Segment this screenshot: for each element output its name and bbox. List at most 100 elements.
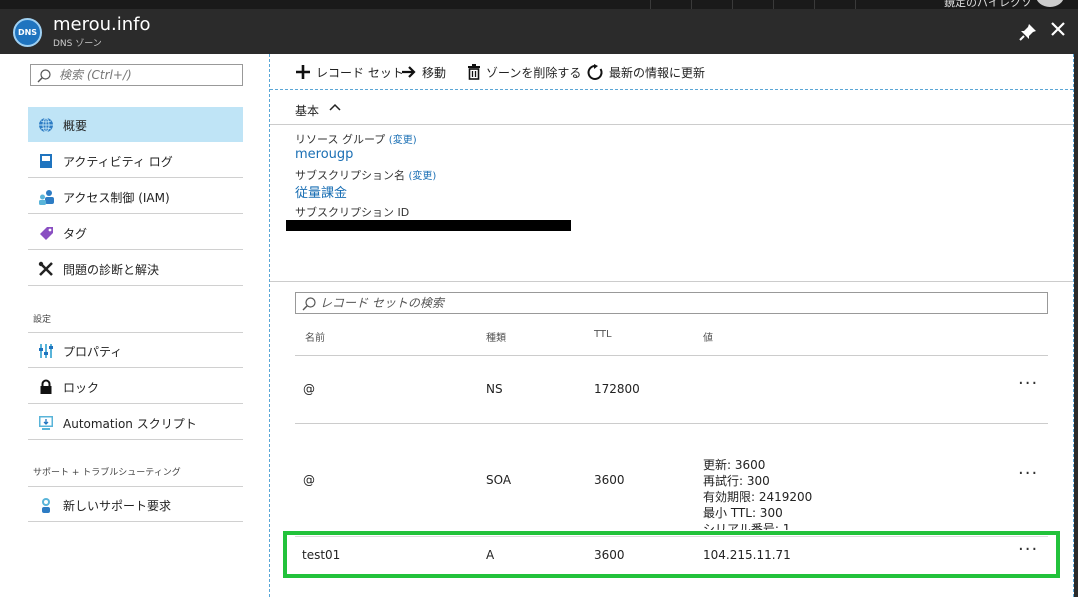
- sidebar-item-lock[interactable]: ロック: [28, 369, 243, 404]
- subscription-label: サブスクリプション名 (変更): [295, 167, 436, 183]
- value-line: 更新: 3600: [703, 458, 766, 472]
- blade-divider: [269, 54, 270, 597]
- command-bar: レコード セット 移動 ゾーンを削除する 最新の情報に更新: [270, 54, 1073, 90]
- sidebar-item-label: アクセス制御 (IAM): [63, 191, 170, 205]
- dns-zone-icon: DNS: [13, 18, 42, 47]
- sidebar-search-input[interactable]: [59, 67, 239, 83]
- tag-icon: [40, 227, 53, 240]
- blade-header: DNS merou.info DNS ゾーン: [0, 9, 1078, 54]
- blade-subtitle: DNS ゾーン: [53, 39, 102, 49]
- sidebar-item-diagnose[interactable]: 問題の診断と解決: [28, 251, 243, 286]
- automation-icon: [39, 416, 53, 430]
- sidebar-search[interactable]: [30, 64, 243, 86]
- refresh-icon: [587, 63, 603, 80]
- trash-icon: [468, 64, 480, 80]
- button-label: ゾーンを削除する: [486, 65, 582, 80]
- record-name: @: [303, 473, 315, 487]
- users-icon: [39, 190, 54, 205]
- change-subscription-link[interactable]: (変更): [409, 171, 437, 182]
- sidebar-item-new-support-request[interactable]: 新しいサポート要求: [28, 487, 243, 522]
- record-set-search-input[interactable]: [320, 295, 1020, 311]
- more-options-button[interactable]: ···: [1018, 373, 1038, 394]
- properties-icon: [39, 344, 53, 358]
- record-ttl: 172800: [594, 382, 640, 396]
- highlight-box: [283, 531, 1060, 578]
- support-icon: [42, 498, 50, 513]
- sidebar-item-label: プロパティ: [63, 345, 123, 359]
- redacted-subscription-id: [286, 220, 571, 231]
- blade-title: merou.info: [53, 14, 151, 35]
- button-label: 最新の情報に更新: [609, 65, 706, 80]
- close-button[interactable]: [1049, 21, 1067, 39]
- divider: [295, 423, 1048, 424]
- divider: [270, 281, 1073, 282]
- record-type: NS: [486, 382, 503, 396]
- sidebar-item-overview[interactable]: 概要: [28, 107, 243, 142]
- sidebar: 概要 アクティビティ ログ アクセス制御 (IAM) タグ 問題の診断と解決 設…: [0, 54, 269, 597]
- sidebar-item-label: Automation スクリプト: [63, 417, 197, 431]
- divider: [855, 0, 856, 9]
- move-button[interactable]: 移動: [401, 63, 446, 81]
- section-settings-label: 設定: [33, 315, 52, 325]
- sidebar-item-properties[interactable]: プロパティ: [28, 333, 243, 368]
- button-label: 移動: [422, 65, 447, 80]
- top-strip: 鏡定のパイレクソ: [0, 0, 1078, 9]
- value-line: 最小 TTL: 300: [703, 506, 783, 520]
- sidebar-item-label: 概要: [63, 119, 88, 133]
- close-icon: [1051, 22, 1065, 36]
- divider: [295, 355, 1048, 356]
- pin-icon[interactable]: [1018, 22, 1038, 42]
- record-set-search[interactable]: [295, 292, 1048, 314]
- essentials-heading[interactable]: 基本: [295, 102, 319, 119]
- value-line: 再試行: 300: [703, 474, 770, 488]
- divider: [732, 0, 733, 9]
- divider: [270, 124, 1073, 125]
- record-value: 更新: 3600 再試行: 300 有効期限: 2419200 最小 TTL: …: [703, 425, 1033, 530]
- sidebar-item-tags[interactable]: タグ: [28, 215, 243, 250]
- change-resource-group-link[interactable]: (変更): [389, 135, 417, 146]
- add-record-set-button[interactable]: レコード セット: [295, 63, 404, 81]
- divider: [773, 0, 774, 9]
- column-header-value[interactable]: 値: [703, 329, 713, 344]
- sidebar-item-label: 問題の診断と解決: [63, 263, 160, 277]
- delete-zone-button[interactable]: ゾーンを削除する: [467, 63, 581, 81]
- refresh-button[interactable]: 最新の情報に更新: [587, 63, 705, 81]
- sidebar-item-activity-log[interactable]: アクティビティ ログ: [28, 143, 243, 178]
- globe-icon: [39, 117, 53, 133]
- label-text: サブスクリプション名: [295, 169, 405, 182]
- lock-icon: [40, 379, 52, 394]
- divider: [814, 0, 815, 9]
- sidebar-item-label: ロック: [63, 381, 100, 395]
- value-line: 有効期限: 2419200: [703, 490, 813, 504]
- search-icon: [302, 297, 316, 311]
- logo-text: DNS: [17, 28, 38, 37]
- sidebar-item-label: タグ: [63, 227, 88, 241]
- column-header-name[interactable]: 名前: [305, 329, 325, 344]
- sidebar-item-automation[interactable]: Automation スクリプト: [28, 405, 243, 440]
- resource-group-label: リソース グループ (変更): [295, 131, 417, 147]
- more-options-button[interactable]: ···: [1018, 463, 1038, 484]
- value-line: シリアル番号: 1: [703, 522, 791, 530]
- divider: [650, 0, 651, 9]
- divider: [691, 0, 692, 9]
- scrollbar-track[interactable]: [1074, 54, 1078, 597]
- activity-log-icon: [40, 154, 52, 168]
- search-icon: [37, 69, 51, 83]
- arrow-right-icon: [402, 66, 416, 78]
- sidebar-item-label: 新しいサポート要求: [63, 499, 172, 513]
- plus-icon: [296, 65, 310, 79]
- column-header-type[interactable]: 種類: [486, 329, 506, 344]
- sidebar-item-label: アクティビティ ログ: [63, 155, 173, 169]
- resource-group-value[interactable]: merougp: [295, 147, 353, 162]
- subscription-value[interactable]: 従量課金: [295, 182, 347, 201]
- label-text: リソース グループ: [295, 133, 386, 146]
- button-label: レコード セット: [316, 65, 404, 80]
- avatar[interactable]: [1036, 0, 1064, 7]
- chevron-up-icon[interactable]: [329, 102, 341, 114]
- sidebar-item-iam[interactable]: アクセス制御 (IAM): [28, 179, 243, 214]
- record-type: SOA: [486, 473, 512, 487]
- section-support-label: サポート + トラブルシューティング: [33, 468, 181, 478]
- record-name: @: [303, 382, 315, 396]
- column-header-ttl[interactable]: TTL: [594, 329, 612, 340]
- record-ttl: 3600: [594, 473, 625, 487]
